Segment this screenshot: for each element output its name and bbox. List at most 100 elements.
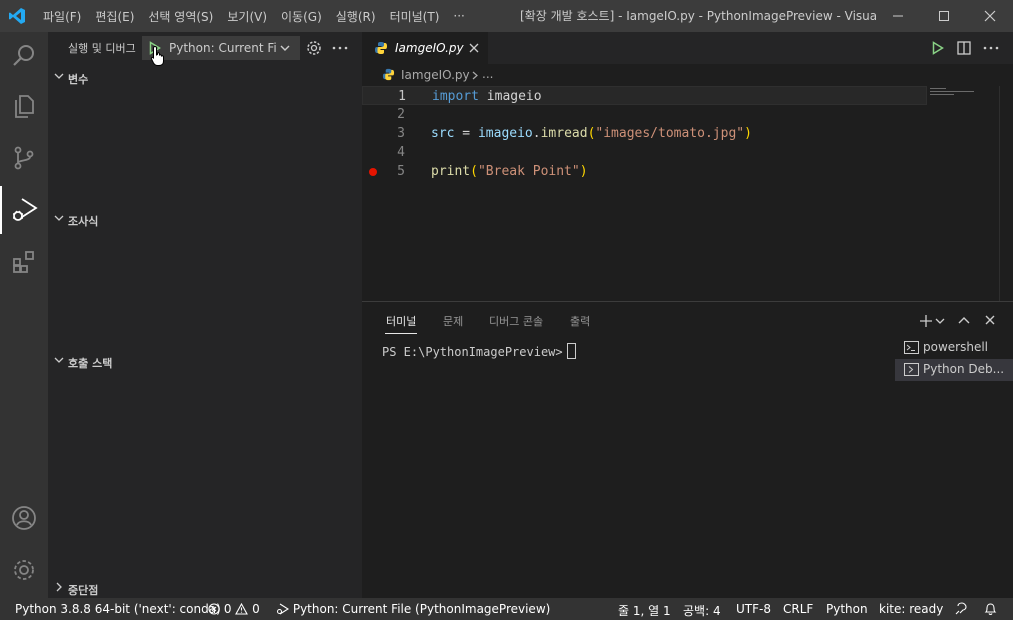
line-number: 4 <box>397 145 405 160</box>
minimize-button[interactable] <box>875 0 921 32</box>
explorer-button[interactable] <box>0 82 48 130</box>
code-line-3: 3 src = imageio.imread("images/tomato.jp… <box>362 124 927 143</box>
source-control-icon <box>14 146 34 170</box>
tab-iamgeio-py[interactable]: IamgeIO.py <box>362 32 488 64</box>
close-panel-icon[interactable] <box>985 315 995 325</box>
editor-scrollbar[interactable] <box>999 86 1000 301</box>
code-token: imageio <box>477 126 533 141</box>
close-window-button[interactable] <box>967 0 1013 32</box>
account-icon <box>12 506 36 530</box>
more-actions-icon[interactable] <box>332 46 348 50</box>
terminal-cursor <box>566 343 576 359</box>
explorer-search-button[interactable] <box>0 32 48 80</box>
chevron-right-icon <box>56 582 62 592</box>
warning-count: 0 <box>252 602 260 616</box>
code-token: src <box>431 126 455 141</box>
status-interpreter[interactable]: Python 3.8.8 64-bit ('next': conda) <box>15 602 221 616</box>
terminal-output[interactable]: PS E:\PythonImagePreview> <box>382 343 576 359</box>
terminal-prompt: PS E:\PythonImagePreview> <box>382 345 563 359</box>
section-call-stack[interactable]: 호출 스택 <box>48 351 362 373</box>
chevron-down-icon <box>54 215 64 221</box>
tab-filename: IamgeIO.py <box>395 41 464 55</box>
breadcrumb-more[interactable]: ... <box>482 67 493 81</box>
extensions-button[interactable] <box>0 238 48 286</box>
window-title: [확장 개발 호스트] - IamgeIO.py - PythonImagePr… <box>520 9 876 23</box>
code-token: print <box>431 164 471 179</box>
run-debug-icon <box>13 198 38 221</box>
tab-terminal[interactable]: 터미널 <box>384 313 418 334</box>
line-number: 1 <box>398 89 406 104</box>
status-position[interactable]: 줄 1, 열 1 <box>618 602 671 619</box>
line-number: 5 <box>397 164 405 179</box>
menu-bar: 파일(F) 편집(E) 선택 영역(S) 보기(V) 이동(G) 실행(R) 터… <box>36 0 472 32</box>
status-encoding[interactable]: UTF-8 <box>736 602 771 616</box>
tab-problems[interactable]: 문제 <box>443 313 463 329</box>
status-language[interactable]: Python <box>826 602 868 616</box>
code-token: ( <box>470 164 478 179</box>
accounts-button[interactable] <box>0 494 48 542</box>
section-watch[interactable]: 조사식 <box>48 209 362 231</box>
code-line-2: 2 <box>362 105 927 124</box>
section-variables[interactable]: 변수 <box>48 67 362 89</box>
menu-go[interactable]: 이동(G) <box>274 8 329 25</box>
chevron-down-icon[interactable] <box>935 317 945 325</box>
menu-run[interactable]: 실행(R) <box>329 8 383 25</box>
code-token: . <box>532 126 541 141</box>
python-file-icon <box>382 68 395 81</box>
code-line-4: 4 <box>362 143 927 162</box>
split-editor-icon[interactable] <box>957 41 971 55</box>
gear-icon <box>14 560 34 580</box>
python-file-icon <box>375 42 387 54</box>
minimap[interactable] <box>928 86 998 102</box>
status-problems[interactable]: 0 0 <box>208 602 260 616</box>
maximize-panel-icon[interactable] <box>958 315 970 325</box>
run-file-icon[interactable] <box>932 41 944 55</box>
code-area[interactable]: 1 import imageio 2 3 src = imageio.imrea… <box>362 86 1013 286</box>
tab-output[interactable]: 출력 <box>570 313 590 329</box>
code-token: ) <box>744 126 752 141</box>
close-icon <box>984 10 996 22</box>
code-token: import <box>432 89 479 104</box>
error-count: 0 <box>223 602 232 616</box>
debug-config-text: Python: Current File (PythonImagePreview… <box>292 602 551 616</box>
status-debug-config[interactable]: Python: Current File (PythonImagePreview… <box>276 602 550 616</box>
manage-button[interactable] <box>0 546 48 594</box>
terminal-icon <box>904 341 919 354</box>
feedback-icon[interactable] <box>954 602 968 616</box>
menu-view[interactable]: 보기(V) <box>220 8 274 25</box>
run-debug-button[interactable] <box>0 186 48 234</box>
vscode-logo-icon <box>8 7 26 25</box>
minimize-icon <box>893 15 903 17</box>
source-control-button[interactable] <box>0 134 48 182</box>
tab-debug-console[interactable]: 디버그 콘솔 <box>489 313 543 329</box>
section-call-stack-label: 호출 스택 <box>68 357 113 370</box>
breakpoint-dot-icon[interactable] <box>369 168 377 176</box>
code-line-5: 5 print("Break Point") <box>362 162 927 181</box>
status-eol[interactable]: CRLF <box>783 602 813 616</box>
menu-more[interactable]: ··· <box>446 9 471 23</box>
debug-run-icon <box>277 603 290 615</box>
chevron-down-icon <box>280 45 290 51</box>
maximize-button[interactable] <box>921 0 967 32</box>
line-number: 2 <box>397 107 405 122</box>
close-tab-icon[interactable] <box>469 43 479 53</box>
code-token: ) <box>579 164 588 179</box>
section-breakpoints[interactable]: 중단점 <box>48 578 362 600</box>
menu-file[interactable]: 파일(F) <box>36 8 88 25</box>
chevron-down-icon <box>54 73 64 79</box>
breadcrumb: IamgeIO.py ... <box>362 64 1013 86</box>
terminal-list-item[interactable]: powershell <box>895 337 1013 359</box>
menu-edit[interactable]: 편집(E) <box>88 8 141 25</box>
menu-selection[interactable]: 선택 영역(S) <box>141 8 220 25</box>
menu-terminal[interactable]: 터미널(T) <box>383 8 447 25</box>
terminal-name: powershell <box>923 340 988 354</box>
new-terminal-plus-icon[interactable] <box>919 314 933 328</box>
editor-more-actions-icon[interactable] <box>983 46 999 50</box>
status-kite[interactable]: kite: ready <box>879 602 943 616</box>
title-bar: 파일(F) 편집(E) 선택 영역(S) 보기(V) 이동(G) 실행(R) 터… <box>0 0 1013 32</box>
debug-settings-gear-icon[interactable] <box>306 40 322 56</box>
notifications-bell-icon[interactable] <box>984 602 997 616</box>
terminal-list-item[interactable]: Python Deb... <box>895 359 1013 381</box>
status-indent[interactable]: 공백: 4 <box>683 602 721 619</box>
breadcrumb-file[interactable]: IamgeIO.py <box>401 68 470 82</box>
